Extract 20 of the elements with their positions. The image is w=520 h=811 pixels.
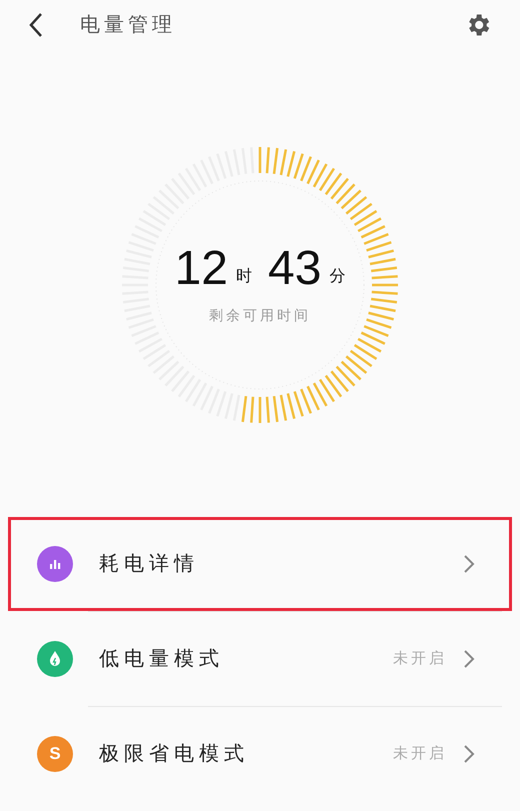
page-title: 电量管理 bbox=[80, 13, 176, 38]
settings-list-item[interactable]: S 极限省电模式 未开启 bbox=[8, 707, 512, 801]
remaining-time-caption: 剩余可用时间 bbox=[209, 306, 311, 324]
item-label: 低电量模式 bbox=[99, 647, 224, 672]
back-icon[interactable] bbox=[28, 12, 44, 38]
item-label: 极限省电模式 bbox=[99, 742, 249, 767]
chevron-right-icon bbox=[463, 649, 475, 669]
minutes-value: 43 bbox=[268, 244, 322, 292]
hours-value: 12 bbox=[174, 244, 228, 292]
item-status: 未开启 bbox=[393, 648, 447, 669]
settings-list-item[interactable]: 耗电详情 bbox=[8, 517, 512, 611]
letter-icon: S bbox=[49, 741, 61, 767]
minutes-unit: 分 bbox=[329, 266, 346, 286]
drop-icon bbox=[47, 650, 63, 668]
settings-list-item[interactable]: 低电量模式 未开启 bbox=[8, 612, 512, 706]
item-status: 未开启 bbox=[393, 744, 447, 764]
chevron-right-icon bbox=[463, 744, 475, 764]
hours-unit: 时 bbox=[236, 266, 252, 286]
item-label: 耗电详情 bbox=[99, 552, 199, 577]
chevron-right-icon bbox=[463, 554, 475, 574]
